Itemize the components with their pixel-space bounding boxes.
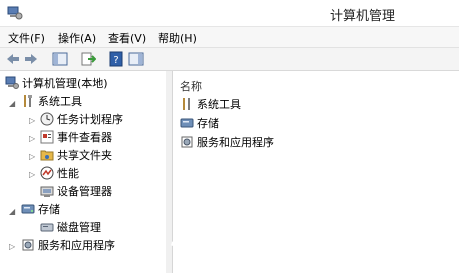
collapse-arrow-icon[interactable]: ◢ [9,99,15,108]
disk-management-icon [40,220,54,234]
services-icon [21,238,35,252]
shared-folder-icon [40,148,54,162]
list-item-label: 系统工具 [197,98,241,111]
tools-icon [180,97,194,111]
show-hide-tree-icon[interactable] [52,51,68,67]
export-list-icon[interactable] [80,51,96,67]
tree-label: 共享文件夹 [57,149,112,162]
window-title: 计算机管理 [329,9,395,24]
menu-action[interactable]: 操作(A) [58,30,96,46]
tree-item-task-scheduler[interactable]: 任务计划程序 [40,111,123,129]
expand-arrow-icon[interactable]: ▷ [29,116,35,125]
menu-file[interactable]: 文件(F) [8,30,45,46]
services-icon [180,135,194,149]
tree-item-device-manager[interactable]: 设备管理器 [40,183,112,201]
menu-bar: 文件(F) 操作(A) 查看(V) 帮助(H) [0,27,459,48]
tree-label: 磁盘管理 [57,221,101,234]
tree-item-event-viewer[interactable]: 事件查看器 [40,129,112,147]
tree-label: 服务和应用程序 [38,239,115,252]
tree-root-label: 计算机管理(本地) [22,77,108,90]
help-icon[interactable]: ? [108,51,124,67]
computer-management-icon [5,76,19,90]
device-manager-icon [40,184,54,198]
tree-item-services-apps[interactable]: 服务和应用程序 [21,237,115,255]
tree-root-computer-management[interactable]: 计算机管理(本地) [5,75,108,93]
svg-text:?: ? [113,55,118,66]
expand-arrow-icon[interactable]: ▷ [29,134,35,143]
back-arrow-icon[interactable] [5,51,21,67]
list-item-storage[interactable]: 存储 [180,116,219,132]
clock-icon [40,112,54,126]
expand-arrow-icon[interactable]: ▷ [9,242,15,251]
title-bar: 计算机管理 [0,0,459,27]
tree-label: 存储 [38,203,60,216]
performance-icon [40,166,54,180]
tree-item-shared-folders[interactable]: 共享文件夹 [40,147,112,165]
menu-view[interactable]: 查看(V) [108,30,146,46]
tree-label: 系统工具 [38,95,82,108]
tree-item-disk-management[interactable]: 磁盘管理 [40,219,101,237]
show-action-pane-icon[interactable] [128,51,144,67]
list-item-label: 服务和应用程序 [197,136,274,149]
tree-item-storage[interactable]: 存储 [21,201,60,219]
forward-arrow-icon[interactable] [23,51,39,67]
list-item-label: 存储 [197,117,219,130]
tree-label: 事件查看器 [57,131,112,144]
collapse-arrow-icon[interactable]: ◢ [9,207,15,216]
toolbar: ? [0,48,459,71]
tools-icon [21,94,35,108]
storage-icon [180,116,194,130]
storage-icon [21,202,35,216]
menu-help[interactable]: 帮助(H) [158,30,197,46]
annotation-arrow-icon [130,228,239,264]
expand-arrow-icon[interactable]: ▷ [29,170,35,179]
column-header-name[interactable]: 名称 [180,78,202,94]
list-item-system-tools[interactable]: 系统工具 [180,97,241,113]
event-viewer-icon [40,130,54,144]
tree-label: 性能 [57,167,79,180]
tree-item-performance[interactable]: 性能 [40,165,79,183]
tree-item-system-tools[interactable]: 系统工具 [21,93,82,111]
expand-arrow-icon[interactable]: ▷ [29,152,35,161]
tree-label: 设备管理器 [57,185,112,198]
tree-label: 任务计划程序 [57,113,123,126]
list-item-services-apps[interactable]: 服务和应用程序 [180,135,274,151]
